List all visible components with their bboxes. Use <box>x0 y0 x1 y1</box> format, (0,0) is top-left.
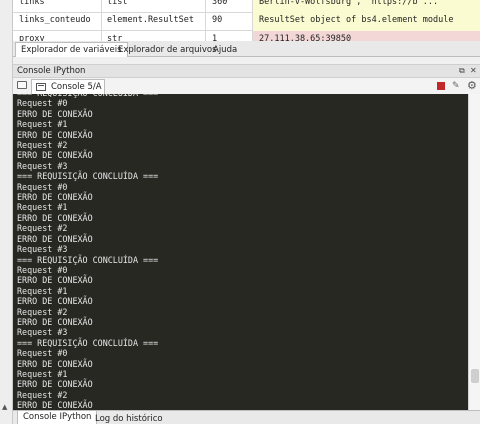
console-line: Request #2 <box>17 223 68 234</box>
column-divider <box>205 0 206 41</box>
console-toolbar: Console 5/A ✎ ⚙ <box>13 78 480 94</box>
tab-file-explorer[interactable]: Explorador de arquivos <box>113 43 222 57</box>
variable-value: 27.111.38.65:39850 <box>259 34 352 41</box>
variable-type: element.ResultSet <box>107 15 194 25</box>
variable-name: links_conteudo <box>19 15 91 25</box>
tab-history-log[interactable]: Log do histórico <box>90 413 168 424</box>
close-icon[interactable]: ✕ <box>470 66 477 75</box>
console-line: Request #3 <box>17 244 68 255</box>
variable-name: links <box>19 0 45 7</box>
terminal-icon <box>36 83 46 91</box>
variable-value: ResultSet object of bs4.element module <box>259 15 454 25</box>
console-line: Request #0 <box>17 264 68 275</box>
variable-type: list <box>107 0 128 7</box>
splitter[interactable] <box>13 57 480 64</box>
console-line: === REQUISIÇÃO CONCLUÍDA === <box>17 171 159 182</box>
console-line: ERRO DE CONEXÃO <box>17 233 93 244</box>
console-line: Request #0 <box>17 181 68 192</box>
tab-ipython-console[interactable]: Console IPython <box>17 411 98 424</box>
undock-icon[interactable]: ⧉ <box>459 66 465 76</box>
tab-variable-explorer[interactable]: Explorador de variáveis <box>15 42 128 58</box>
console-line: ERRO DE CONEXÃO <box>17 275 93 286</box>
gear-icon[interactable]: ⚙ <box>467 79 477 92</box>
console-line: ERRO DE CONEXÃO <box>17 379 93 390</box>
console-line: ERRO DE CONEXÃO <box>17 296 93 307</box>
variable-size: 360 <box>212 0 228 7</box>
tab-console[interactable]: Console 5/A <box>31 79 105 94</box>
console-line: Request #2 <box>17 140 68 151</box>
console-scrollbar[interactable] <box>468 94 480 410</box>
tab-help[interactable]: Ajuda <box>208 43 242 57</box>
variable-value: Berlin-v-Wolfsburg', 'https://b ... <box>259 0 439 7</box>
console-line: ERRO DE CONEXÃO <box>17 192 93 203</box>
scroll-up-arrow-icon[interactable]: ▲ <box>2 403 10 411</box>
console-tab-label: Console 5/A <box>51 82 102 92</box>
console-line: Request #0 <box>17 348 68 359</box>
console-line: ERRO DE CONEXÃO <box>17 150 93 161</box>
console-line: ERRO DE CONEXÃO <box>17 400 93 410</box>
variable-size: 90 <box>212 15 223 25</box>
variable-name: proxy <box>19 34 45 41</box>
console-line: Request #3 <box>17 327 68 338</box>
console-line: ERRO DE CONEXÃO <box>17 212 93 223</box>
variable-type: str <box>107 34 123 41</box>
left-dock-strip: ▲ <box>0 0 13 424</box>
console-line: Request #1 <box>17 119 68 130</box>
table-row[interactable]: links list 360 Berlin-v-Wolfsburg', 'https:… <box>13 0 480 13</box>
console-line: Request #0 <box>17 98 68 109</box>
console-line: ERRO DE CONEXÃO <box>17 358 93 369</box>
column-divider <box>252 0 253 41</box>
console-text: === REQUISIÇÃO CONCLUÍDA ===Request #0ER… <box>17 94 158 410</box>
table-row[interactable]: links_conteudo element.ResultSet 90 ResultS… <box>13 12 480 31</box>
variable-explorer-table: proxy str 1 27.111.38.65:39850 links_conteud… <box>13 0 480 41</box>
console-line: Request #1 <box>17 202 68 213</box>
console-line: Request #2 <box>17 306 68 317</box>
console-line: ERRO DE CONEXÃO <box>17 129 93 140</box>
console-line: Request #3 <box>17 160 68 171</box>
column-divider <box>101 0 102 41</box>
variable-size: 1 <box>212 34 218 41</box>
console-line: === REQUISIÇÃO CONCLUÍDA === <box>17 337 159 348</box>
bottom-tab-bar: Console IPython Log do histórico <box>13 410 480 424</box>
console-line: ERRO DE CONEXÃO <box>17 108 93 119</box>
console-pane-header: Console IPython ⧉ ✕ <box>13 64 480 78</box>
console-line: === REQUISIÇÃO CONCLUÍDA === <box>17 254 159 265</box>
explorer-tab-bar: Explorador de variáveis Explorador de ar… <box>13 41 480 58</box>
stop-icon[interactable] <box>437 82 445 90</box>
browse-tabs-icon[interactable] <box>17 81 27 89</box>
table-row[interactable]: proxy str 1 27.111.38.65:39850 <box>13 31 480 41</box>
scroll-thumb[interactable] <box>471 369 479 383</box>
console-line: ERRO DE CONEXÃO <box>17 316 93 327</box>
console-output[interactable]: === REQUISIÇÃO CONCLUÍDA ===Request #0ER… <box>13 94 468 410</box>
console-line: Request #1 <box>17 285 68 296</box>
console-line: Request #1 <box>17 368 68 379</box>
pane-title: Console IPython <box>17 66 86 76</box>
console-line: Request #2 <box>17 389 68 400</box>
eraser-icon[interactable]: ✎ <box>452 81 460 91</box>
